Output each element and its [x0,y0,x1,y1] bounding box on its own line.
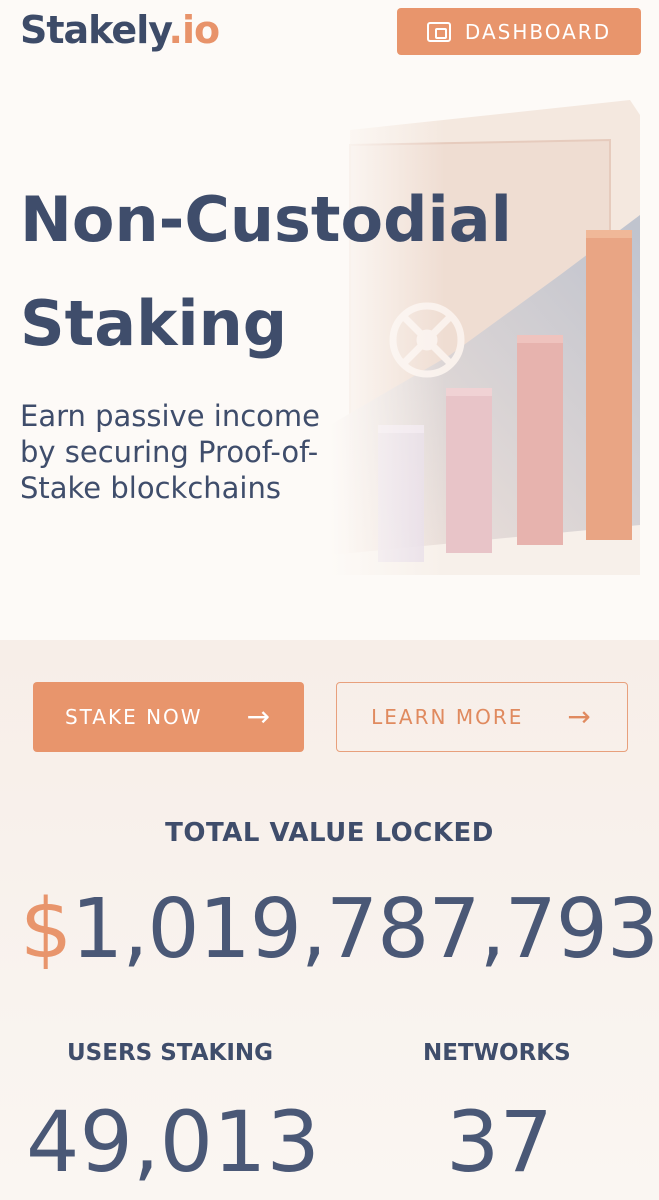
learn-more-label: LEARN MORE [371,705,524,729]
logo-tld: .io [168,8,221,52]
dashboard-button[interactable]: DASHBOARD [397,8,641,55]
hero-section: Stakely.io DASHBOARD Non-Custodial Staki… [0,0,659,640]
tvl-amount: 1,019,787,793 [71,882,659,977]
logo-brand: Stakely [20,8,170,52]
title-line-1: Non-Custodial [20,183,512,256]
tvl-label: TOTAL VALUE LOCKED [165,818,494,848]
arrow-right-icon: → [246,700,273,733]
users-staking-value: 49,013 [26,1093,320,1191]
page-title: Non-Custodial Staking [20,168,640,376]
title-line-2: Staking [20,287,288,360]
stake-now-button[interactable]: STAKE NOW → [33,682,304,752]
networks-value: 37 [446,1093,553,1191]
tvl-value: $1,019,787,793 [20,880,659,980]
stake-now-label: STAKE NOW [64,705,203,729]
tvl-currency: $ [20,882,72,977]
logo[interactable]: Stakely.io [20,8,221,52]
wallet-icon [426,21,451,42]
users-staking-label: USERS STAKING [67,1040,274,1066]
dashboard-label: DASHBOARD [464,19,612,44]
arrow-right-icon: → [567,700,593,733]
learn-more-button[interactable]: LEARN MORE → [336,682,628,752]
networks-label: NETWORKS [423,1040,571,1066]
hero-subtitle: Earn passive income by securing Proof-of… [20,399,320,505]
